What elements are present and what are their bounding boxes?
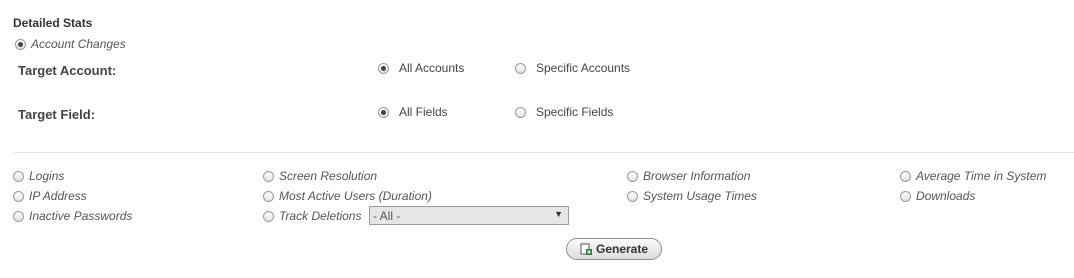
all-accounts-label: All Accounts: [399, 61, 465, 75]
specific-accounts-label: Specific Accounts: [536, 61, 631, 75]
downloads-radio[interactable]: [900, 190, 911, 202]
ip-address-radio[interactable]: [13, 190, 24, 202]
browser-information-radio[interactable]: [627, 170, 638, 182]
section-divider: [14, 152, 1074, 153]
target-account-label: Target Account:: [18, 63, 117, 78]
specific-fields-option[interactable]: Specific Fields: [515, 105, 613, 119]
track-deletions-option[interactable]: Track Deletions: [263, 209, 361, 223]
browser-information-option[interactable]: Browser Information: [627, 169, 750, 183]
track-deletions-select-value: - All -: [373, 208, 401, 223]
specific-accounts-radio[interactable]: [515, 62, 526, 74]
track-deletions-radio[interactable]: [263, 210, 274, 222]
average-time-radio[interactable]: [900, 170, 911, 182]
inactive-passwords-label: Inactive Passwords: [29, 209, 133, 223]
browser-information-label: Browser Information: [643, 169, 751, 183]
system-usage-times-option[interactable]: System Usage Times: [627, 189, 757, 203]
all-fields-label: All Fields: [399, 105, 448, 119]
most-active-users-radio[interactable]: [263, 190, 274, 202]
dropdown-arrow-icon: ▼: [554, 209, 563, 219]
logins-radio[interactable]: [13, 170, 24, 182]
section-title: Detailed Stats: [13, 16, 93, 30]
inactive-passwords-radio[interactable]: [13, 210, 24, 222]
screen-resolution-option[interactable]: Screen Resolution: [263, 169, 377, 183]
specific-fields-label: Specific Fields: [536, 105, 614, 119]
logins-label: Logins: [29, 169, 65, 183]
target-field-label: Target Field:: [18, 107, 96, 122]
ip-address-option[interactable]: IP Address: [13, 189, 87, 203]
ip-address-label: IP Address: [29, 189, 87, 203]
track-deletions-label: Track Deletions: [279, 209, 362, 223]
specific-fields-radio[interactable]: [515, 106, 526, 118]
account-changes-label: Account Changes: [31, 37, 126, 51]
average-time-label: Average Time in System: [916, 169, 1047, 183]
average-time-option[interactable]: Average Time in System: [900, 169, 1046, 183]
add-document-icon: [580, 243, 593, 256]
system-usage-times-label: System Usage Times: [643, 189, 757, 203]
screen-resolution-label: Screen Resolution: [279, 169, 378, 183]
account-changes-option[interactable]: Account Changes: [15, 37, 126, 51]
inactive-passwords-option[interactable]: Inactive Passwords: [13, 209, 132, 223]
logins-option[interactable]: Logins: [13, 169, 64, 183]
generate-button[interactable]: Generate: [566, 238, 662, 260]
screen-resolution-radio[interactable]: [263, 170, 274, 182]
account-changes-radio[interactable]: [15, 38, 26, 50]
most-active-users-option[interactable]: Most Active Users (Duration): [263, 189, 432, 203]
downloads-option[interactable]: Downloads: [900, 189, 975, 203]
system-usage-times-radio[interactable]: [627, 190, 638, 202]
downloads-label: Downloads: [916, 189, 976, 203]
all-accounts-option[interactable]: All Accounts: [378, 61, 464, 75]
specific-accounts-option[interactable]: Specific Accounts: [515, 61, 630, 75]
all-fields-option[interactable]: All Fields: [378, 105, 448, 119]
all-accounts-radio[interactable]: [378, 62, 389, 74]
all-fields-radio[interactable]: [378, 106, 389, 118]
track-deletions-select[interactable]: - All - ▼: [369, 206, 569, 225]
generate-label: Generate: [595, 242, 649, 256]
most-active-users-label: Most Active Users (Duration): [279, 189, 432, 203]
